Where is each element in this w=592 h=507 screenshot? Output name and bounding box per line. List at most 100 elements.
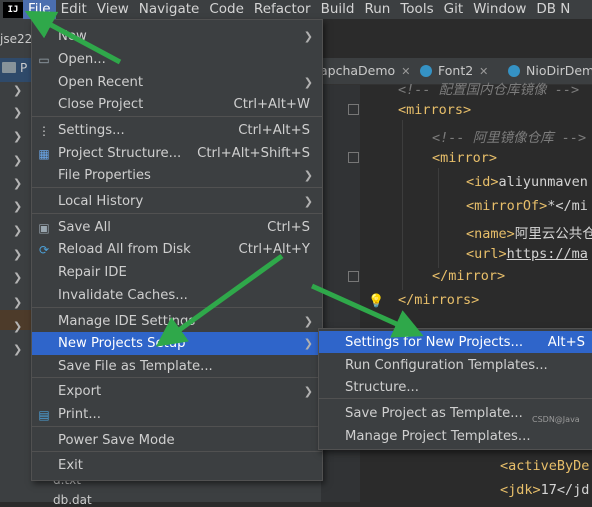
file-menu-item-exit[interactable]: Exit bbox=[32, 454, 322, 477]
menu-item-label: New bbox=[58, 29, 87, 44]
submenu-arrow-icon: ❯ bbox=[303, 30, 313, 43]
file-menu-item-reload-all-from-disk[interactable]: ⟳ Reload All from Disk Ctrl+Alt+Y bbox=[32, 238, 322, 261]
tree-expand-chevron-icon[interactable]: ❯ bbox=[13, 200, 22, 213]
submenu-arrow-icon: ❯ bbox=[303, 76, 313, 89]
file-menu-item-local-history[interactable]: Local History ❯ bbox=[32, 190, 322, 213]
file-menu-item-invalidate-caches[interactable]: Invalidate Caches... bbox=[32, 284, 322, 307]
tree-expand-chevron-icon[interactable]: ❯ bbox=[13, 154, 22, 167]
menu-run[interactable]: Run bbox=[359, 0, 395, 19]
file-menu-item-settings[interactable]: ⋮ Settings... Ctrl+Alt+S bbox=[32, 119, 322, 142]
code-line-mirror-close: </mirror> bbox=[432, 268, 506, 284]
menu-tools[interactable]: Tools bbox=[395, 0, 438, 19]
code-line-active-by-default: <activeByDe bbox=[500, 458, 590, 474]
tab-label: Font2 bbox=[438, 63, 474, 78]
menu-git[interactable]: Git bbox=[439, 0, 469, 19]
menu-item-label: Save All bbox=[58, 220, 111, 235]
class-icon bbox=[508, 65, 520, 77]
intellij-logo-icon[interactable]: IJ bbox=[3, 1, 23, 18]
grid-icon: ▦ bbox=[38, 146, 50, 161]
menu-file[interactable]: File bbox=[23, 0, 56, 19]
menu-refactor[interactable]: Refactor bbox=[249, 0, 316, 19]
menu-separator bbox=[32, 116, 322, 117]
folder-icon: ▭ bbox=[38, 52, 50, 67]
file-menu-item-save-file-as-template[interactable]: Save File as Template... bbox=[32, 355, 322, 378]
file-menu-item-open-recent[interactable]: Open Recent ❯ bbox=[32, 71, 322, 94]
menu-item-label: Exit bbox=[58, 458, 83, 473]
tree-expand-chevron-icon[interactable]: ❯ bbox=[13, 106, 22, 119]
submenu-item-structure[interactable]: Structure... bbox=[319, 376, 592, 398]
file-menu-item-close-project[interactable]: Close Project Ctrl+Alt+W bbox=[32, 93, 322, 116]
reload-icon: ⟳ bbox=[38, 242, 50, 257]
close-icon[interactable]: ✕ bbox=[401, 65, 410, 78]
menu-code[interactable]: Code bbox=[204, 0, 249, 19]
menu-separator bbox=[319, 398, 592, 399]
save-icon: ▣ bbox=[38, 220, 50, 235]
tree-expand-chevron-icon[interactable]: ❯ bbox=[13, 177, 22, 190]
menu-navigate[interactable]: Navigate bbox=[134, 0, 205, 19]
folder-icon bbox=[2, 62, 16, 73]
main-menubar: IJ File Edit View Navigate Code Refactor… bbox=[0, 0, 592, 19]
submenu-item-settings-for-new-projects[interactable]: Settings for New Projects... Alt+S bbox=[319, 331, 592, 353]
fold-marker-icon[interactable] bbox=[348, 104, 359, 115]
menu-item-label: Close Project bbox=[58, 97, 144, 112]
fold-marker-icon[interactable] bbox=[348, 152, 359, 163]
menu-item-label: Run Configuration Templates... bbox=[345, 357, 548, 373]
file-menu-item-save-all[interactable]: ▣ Save All Ctrl+S bbox=[32, 216, 322, 239]
tree-expand-chevron-icon[interactable]: ❯ bbox=[13, 296, 22, 309]
tree-expand-chevron-icon[interactable]: ❯ bbox=[13, 224, 22, 237]
menu-window[interactable]: Window bbox=[468, 0, 531, 19]
watermark: CSDN@Java bbox=[532, 415, 580, 424]
submenu-item-manage-project-templates[interactable]: Manage Project Templates... bbox=[319, 425, 592, 447]
menu-item-shortcut: Ctrl+S bbox=[267, 220, 310, 235]
close-icon[interactable]: ✕ bbox=[479, 65, 488, 78]
file-menu-item-export[interactable]: Export ❯ bbox=[32, 380, 322, 403]
menu-item-shortcut: Ctrl+Alt+Shift+S bbox=[197, 146, 310, 161]
menu-separator bbox=[32, 213, 322, 214]
tree-expand-chevron-icon[interactable]: ❯ bbox=[13, 130, 22, 143]
file-menu-item-project-structure[interactable]: ▦ Project Structure... Ctrl+Alt+Shift+S bbox=[32, 142, 322, 165]
file-menu-item-print[interactable]: ▤ Print... bbox=[32, 403, 322, 426]
menu-item-shortcut: Ctrl+Alt+Y bbox=[238, 242, 310, 257]
tree-expand-chevron-icon[interactable]: ❯ bbox=[13, 271, 22, 284]
menu-item-label: Invalidate Caches... bbox=[58, 288, 188, 303]
code-line-comment-1: <!-- 配置国内仓库镜像 --> bbox=[398, 82, 580, 98]
file-menu-item-new-projects-setup[interactable]: New Projects Setup ❯ bbox=[32, 332, 322, 355]
menu-item-shortcut: Alt+S bbox=[547, 334, 585, 350]
submenu-arrow-icon: ❯ bbox=[303, 385, 313, 398]
submenu-arrow-icon: ❯ bbox=[303, 169, 313, 182]
tree-expand-chevron-icon[interactable]: ❯ bbox=[13, 84, 22, 97]
project-root-row[interactable]: P bbox=[0, 58, 32, 82]
menu-edit[interactable]: Edit bbox=[56, 0, 92, 19]
menu-item-label: Settings for New Projects... bbox=[345, 334, 524, 350]
submenu-arrow-icon: ❯ bbox=[303, 195, 313, 208]
fold-marker-icon[interactable] bbox=[348, 271, 359, 282]
file-menu-dropdown: New ❯ ▭ Open... Open Recent ❯ Close Project Ctr… bbox=[31, 19, 323, 481]
submenu-item-run-configuration-templates[interactable]: Run Configuration Templates... bbox=[319, 354, 592, 376]
file-menu-item-repair-ide[interactable]: Repair IDE bbox=[32, 261, 322, 284]
file-item-db-dat[interactable]: db.dat bbox=[53, 493, 92, 507]
code-line-comment-2: <!-- 阿里镜像仓库 --> bbox=[432, 130, 587, 146]
menu-item-label: Open... bbox=[58, 52, 106, 67]
lightbulb-icon[interactable]: 💡 bbox=[368, 294, 384, 309]
menu-view[interactable]: View bbox=[92, 0, 134, 19]
menu-db-navigator[interactable]: DB N bbox=[531, 0, 575, 19]
menu-build[interactable]: Build bbox=[316, 0, 360, 19]
menu-item-label: Open Recent bbox=[58, 75, 143, 90]
menu-item-label: Export bbox=[58, 384, 102, 399]
tree-expand-chevron-icon[interactable]: ❯ bbox=[13, 320, 22, 333]
file-menu-item-file-properties[interactable]: File Properties ❯ bbox=[32, 164, 322, 187]
wrench-icon: ⋮ bbox=[38, 123, 50, 138]
tree-expand-chevron-icon[interactable]: ❯ bbox=[13, 248, 22, 261]
tree-expand-chevron-icon[interactable]: ❯ bbox=[13, 343, 22, 356]
file-menu-item-new[interactable]: New ❯ bbox=[32, 25, 322, 48]
code-line-url: <url>https://ma bbox=[466, 246, 588, 262]
project-name[interactable]: jse22 bbox=[0, 32, 32, 46]
menu-separator bbox=[32, 307, 322, 308]
tab-captcha-demo[interactable]: apchaDemo ✕ bbox=[320, 58, 410, 84]
project-root-label: P bbox=[20, 61, 28, 75]
code-line-id: <id>aliyunmaven bbox=[466, 174, 588, 190]
file-menu-item-open[interactable]: ▭ Open... bbox=[32, 48, 322, 71]
file-menu-item-manage-ide-settings[interactable]: Manage IDE Settings ❯ bbox=[32, 310, 322, 333]
file-menu-item-power-save-mode[interactable]: Power Save Mode bbox=[32, 429, 322, 452]
code-line-mirror-open: <mirror> bbox=[432, 150, 498, 166]
